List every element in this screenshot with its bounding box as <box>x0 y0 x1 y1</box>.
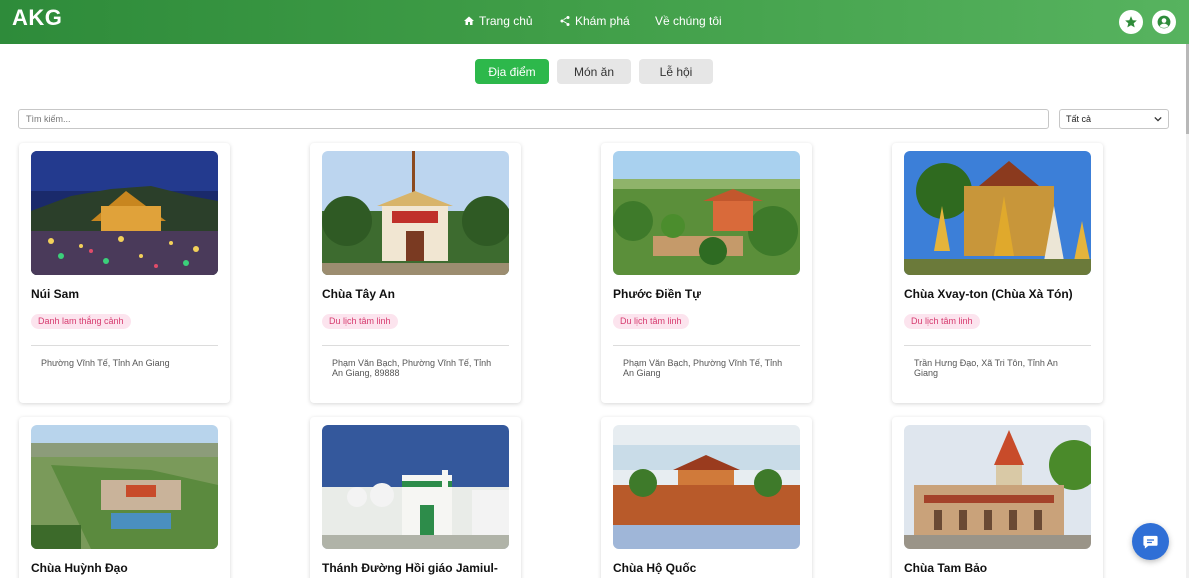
card-divider <box>613 345 800 346</box>
place-image <box>31 425 218 549</box>
place-title: Chùa Tam Bảo <box>904 561 988 575</box>
place-title: Chùa Tây An <box>322 287 395 301</box>
card-divider <box>904 345 1091 346</box>
nav-explore-label: Khám phá <box>575 14 630 28</box>
share-icon <box>560 16 570 26</box>
place-card[interactable]: Núi Sam Danh lam thắng cảnh Phường Vĩnh … <box>19 143 230 403</box>
favorites-button[interactable] <box>1119 10 1143 34</box>
place-image <box>613 425 800 549</box>
place-address: Phạm Văn Bạch, Phường Vĩnh Tế, Tỉnh An G… <box>332 358 492 378</box>
card-divider <box>322 345 509 346</box>
tab-places[interactable]: Địa điểm <box>475 59 549 84</box>
place-title: Núi Sam <box>31 287 80 301</box>
category-badge: Du lịch tâm linh <box>904 314 980 329</box>
place-image <box>322 425 509 549</box>
place-card[interactable]: Chùa Huỳnh Đạo <box>19 417 230 578</box>
card-divider <box>31 345 218 346</box>
place-card[interactable]: Chùa Tam Bảo <box>892 417 1103 578</box>
star-icon <box>1125 16 1137 28</box>
place-address: Phường Vĩnh Tế, Tỉnh An Giang <box>41 358 170 368</box>
place-card[interactable]: Chùa Tây An Du lịch tâm linh Phạm Văn Bạ… <box>310 143 521 403</box>
place-title: Phước Điền Tự <box>613 287 701 301</box>
category-select[interactable]: Tất cả <box>1059 109 1169 129</box>
place-title: Thánh Đường Hồi giáo Jamiul- <box>322 561 498 575</box>
main-nav: Trang chủ Khám phá Về chúng tôi <box>0 14 1189 30</box>
tab-festivals[interactable]: Lễ hội <box>639 59 713 84</box>
place-address: Trần Hưng Đạo, Xã Tri Tôn, Tỉnh An Giang <box>914 358 1058 378</box>
place-card[interactable]: Chùa Xvay-ton (Chùa Xà Tón) Du lịch tâm … <box>892 143 1103 403</box>
chat-button[interactable] <box>1132 523 1169 560</box>
top-navbar: AKG Trang chủ Khám phá Về chúng tôi <box>0 0 1189 44</box>
place-image <box>31 151 218 275</box>
nav-explore[interactable]: Khám phá <box>559 14 630 28</box>
place-card[interactable]: Phước Điền Tự Du lịch tâm linh Phạm Văn … <box>601 143 812 403</box>
place-image <box>904 151 1091 275</box>
user-icon <box>1157 15 1171 29</box>
place-title: Chùa Xvay-ton (Chùa Xà Tón) <box>904 287 1073 301</box>
nav-home-label: Trang chủ <box>479 14 533 28</box>
category-badge: Danh lam thắng cảnh <box>31 314 131 329</box>
category-badge: Du lịch tâm linh <box>322 314 398 329</box>
account-button[interactable] <box>1152 10 1176 34</box>
nav-about[interactable]: Về chúng tôi <box>655 14 722 28</box>
place-image <box>613 151 800 275</box>
place-card[interactable]: Thánh Đường Hồi giáo Jamiul- <box>310 417 521 578</box>
place-image <box>322 151 509 275</box>
tab-food[interactable]: Món ăn <box>557 59 631 84</box>
chat-icon <box>1143 535 1158 549</box>
place-title: Chùa Hộ Quốc <box>613 561 697 575</box>
home-icon <box>464 16 474 25</box>
place-image <box>904 425 1091 549</box>
place-card[interactable]: Chùa Hộ Quốc <box>601 417 812 578</box>
nav-about-label: Về chúng tôi <box>655 14 722 28</box>
place-title: Chùa Huỳnh Đạo <box>31 561 128 575</box>
category-select-value: Tất cả <box>1066 114 1092 124</box>
chevron-down-icon <box>1154 116 1162 122</box>
nav-home[interactable]: Trang chủ <box>463 14 533 28</box>
search-input[interactable] <box>18 109 1049 129</box>
place-address: Phạm Văn Bạch, Phường Vĩnh Tế, Tỉnh An G… <box>623 358 783 378</box>
category-badge: Du lịch tâm linh <box>613 314 689 329</box>
